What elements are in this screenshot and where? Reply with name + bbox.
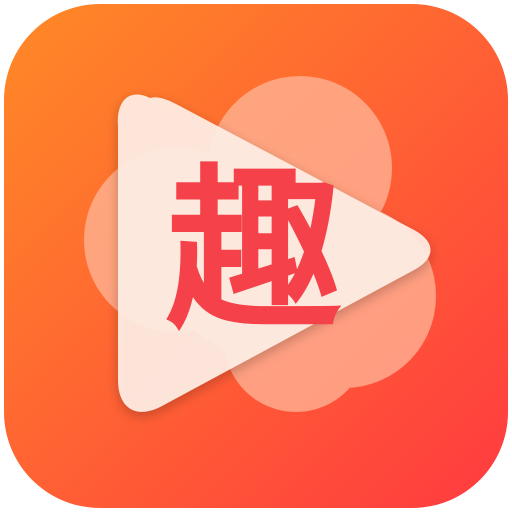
app-icon-graphic: 趣 [4, 4, 508, 508]
app-icon[interactable]: 趣 [0, 0, 512, 512]
icon-glyph: 趣 [166, 147, 342, 354]
